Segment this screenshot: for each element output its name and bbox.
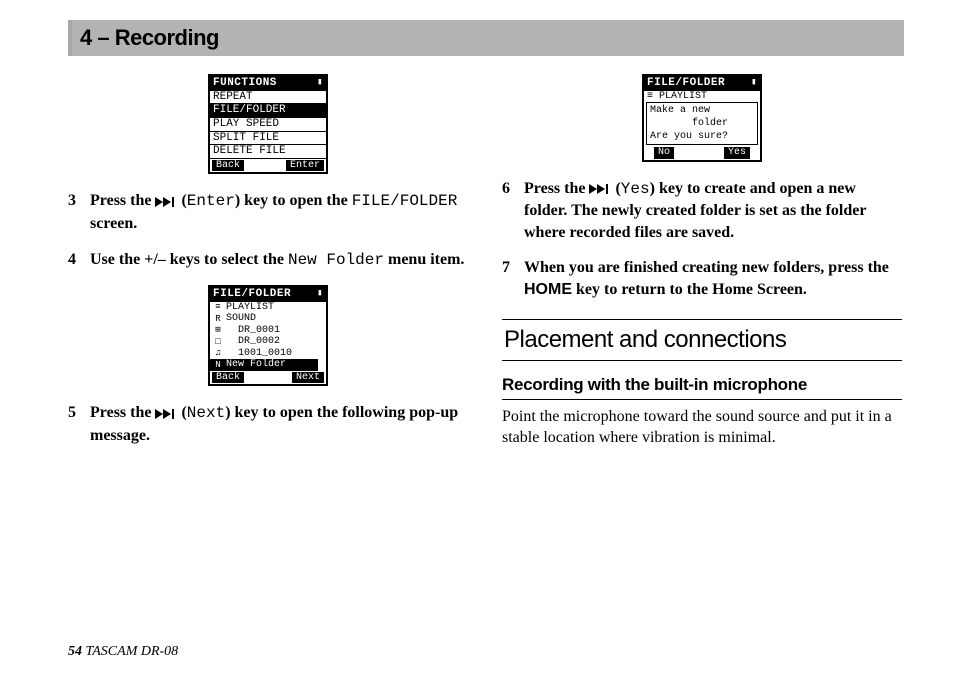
- fast-forward-icon: [155, 196, 177, 208]
- confirm-message-box: Make a new folder Are you sure?: [646, 102, 758, 145]
- step-6: 6 Press the (Yes) key to create and open…: [502, 178, 902, 244]
- battery-icon: ▮: [317, 77, 323, 90]
- lcd3-header-label: PLAYLIST: [659, 91, 707, 102]
- step-4: 4 Use the +/– keys to select the New Fol…: [68, 249, 468, 272]
- file-icon: ≡: [213, 302, 223, 312]
- steps-list-left-2: 5 Press the (Next) key to open the follo…: [68, 402, 468, 446]
- lcd2-row: ≡PLAYLIST: [210, 302, 318, 314]
- playlist-icon: ≡: [647, 91, 653, 102]
- right-column: FILE/FOLDER ▮ ≡ PLAYLIST Make a new fold…: [502, 74, 902, 460]
- file-icon: N: [213, 360, 223, 370]
- lcd1-row: FILE/FOLDER: [210, 104, 326, 118]
- subsection-body: Point the microphone toward the sound so…: [502, 406, 902, 449]
- content-columns: FUNCTIONS ▮ REPEATFILE/FOLDERPLAY SPEEDS…: [68, 74, 904, 460]
- step-3: 3 Press the (Enter) key to open the FILE…: [68, 190, 468, 234]
- lcd2-row: NNew Folder: [210, 359, 318, 371]
- steps-list-left: 3 Press the (Enter) key to open the FILE…: [68, 190, 468, 271]
- subsection-heading: Recording with the built-in microphone: [502, 375, 902, 400]
- lcd2-row: ♫ 1001_0010: [210, 348, 318, 360]
- lcd1-footer-enter: Enter: [286, 160, 324, 172]
- lcd2-row: RSOUND: [210, 313, 318, 325]
- lcd2-row: □ DR_0002: [210, 336, 318, 348]
- product-name: TASCAM DR-08: [86, 644, 179, 659]
- battery-icon: ▮: [317, 288, 323, 301]
- file-icon: □: [213, 337, 223, 347]
- page-footer: 54 TASCAM DR-08: [68, 644, 178, 660]
- lcd2-footer-back: Back: [212, 372, 244, 384]
- lcd1-row: PLAY SPEED: [210, 118, 326, 132]
- section-heading: Placement and connections: [502, 319, 902, 361]
- file-icon: ♫: [213, 348, 223, 358]
- steps-list-right: 6 Press the (Yes) key to create and open…: [502, 178, 902, 301]
- lcd3-footer-no: No: [654, 147, 674, 159]
- left-column: FUNCTIONS ▮ REPEATFILE/FOLDERPLAY SPEEDS…: [68, 74, 468, 460]
- lcd1-title: FUNCTIONS: [213, 77, 277, 90]
- file-icon: ⊞: [213, 325, 223, 335]
- lcd1-row: REPEAT: [210, 91, 326, 105]
- step-5: 5 Press the (Next) key to open the follo…: [68, 402, 468, 446]
- chapter-title: 4 – Recording: [80, 25, 219, 51]
- chapter-header: 4 – Recording: [68, 20, 904, 56]
- fast-forward-icon: [589, 183, 611, 195]
- step-7: 7 When you are finished creating new fol…: [502, 257, 902, 300]
- lcd2-footer-next: Next: [292, 372, 324, 384]
- lcd-screen-file-folder: FILE/FOLDER ▮ ≡PLAYLISTRSOUND⊞ DR_0001□ …: [208, 285, 328, 386]
- battery-icon: ▮: [751, 77, 757, 90]
- lcd2-title: FILE/FOLDER: [213, 288, 291, 301]
- file-icon: R: [213, 314, 223, 324]
- lcd3-footer-yes: Yes: [724, 147, 750, 159]
- lcd-screen-functions: FUNCTIONS ▮ REPEATFILE/FOLDERPLAY SPEEDS…: [208, 74, 328, 174]
- fast-forward-icon: [155, 408, 177, 420]
- lcd-screen-confirm: FILE/FOLDER ▮ ≡ PLAYLIST Make a new fold…: [642, 74, 762, 162]
- lcd2-row: ⊞ DR_0001: [210, 325, 318, 337]
- page-number: 54: [68, 644, 82, 659]
- lcd3-title: FILE/FOLDER: [647, 77, 725, 90]
- lcd1-row: DELETE FILE: [210, 145, 326, 159]
- lcd1-footer-back: Back: [212, 160, 244, 172]
- lcd1-row: SPLIT FILE: [210, 132, 326, 146]
